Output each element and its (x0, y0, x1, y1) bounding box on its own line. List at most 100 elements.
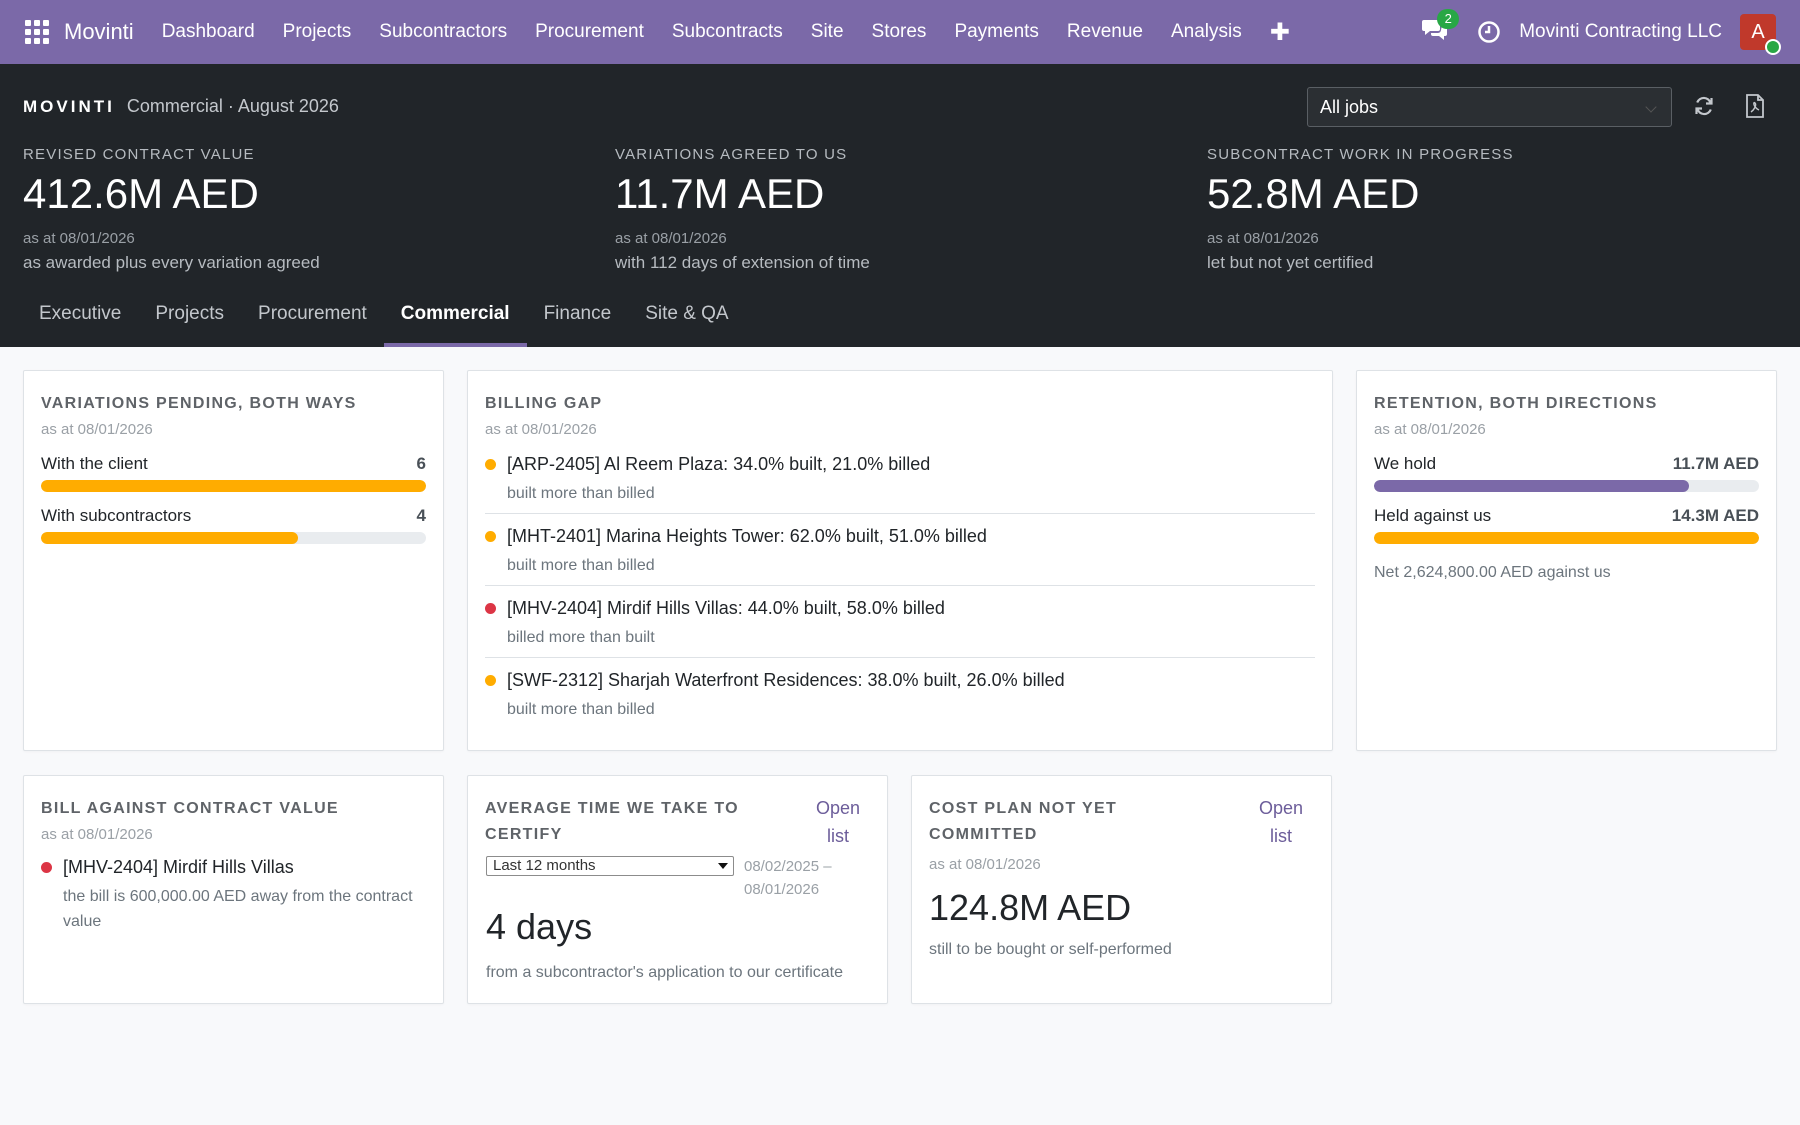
user-avatar[interactable]: A (1740, 14, 1781, 55)
status-dot (41, 862, 52, 873)
tab-projects[interactable]: Projects (138, 286, 241, 347)
bar-value: 11.7M AED (1672, 454, 1759, 473)
tab-executive[interactable]: Executive (22, 286, 138, 347)
pdf-export-icon[interactable] (1745, 94, 1767, 118)
status-dot (485, 459, 496, 470)
refresh-icon[interactable] (1693, 95, 1715, 117)
kpi-subcontract-wip: Subcontract work in progress 52.8M AED a… (1207, 146, 1514, 273)
progress-bar-track (1374, 480, 1759, 492)
tab-finance[interactable]: Finance (527, 286, 629, 347)
certify-time-card: Average time we take to certify Open lis… (467, 775, 888, 1004)
tab-commercial[interactable]: Commercial (383, 286, 527, 347)
card-as-at: as at 08/01/2026 (1374, 421, 1486, 438)
cost-plan-card: Cost plan not yet committed Open list as… (911, 775, 1332, 1004)
plus-icon[interactable]: ✚ (1256, 18, 1304, 47)
progress-bar-fill (1374, 480, 1689, 492)
progress-bar-track (41, 480, 426, 492)
card-title: Bill against contract value (41, 800, 339, 817)
avatar-initial: A (1751, 21, 1765, 43)
card-title: Cost plan not yet committed (929, 800, 1118, 843)
variation-row-subcontractors: With subcontractors 4 (41, 506, 426, 526)
kpi-note: with 112 days of extension of time (615, 253, 870, 273)
item-title: [ARP-2405] Al Reem Plaza: 34.0% built, 2… (507, 454, 931, 474)
kpi-as-at: as at 08/01/2026 (23, 230, 135, 248)
kpi-value: 11.7M AED (615, 170, 825, 217)
dashboard-tabs: Executive Projects Procurement Commercia… (22, 286, 746, 347)
progress-bar-track (41, 532, 426, 544)
menu-item-analysis[interactable]: Analysis (1157, 21, 1256, 43)
card-title: Billing gap (485, 395, 603, 412)
main-menu: Dashboard Projects Subcontractors Procur… (148, 18, 1304, 47)
list-item[interactable]: [MHV-2404] Mirdif Hills Villas the bill … (41, 857, 426, 934)
period-select[interactable]: Last 12 months (486, 856, 734, 876)
status-dot (485, 603, 496, 614)
item-note: built more than billed (507, 485, 655, 502)
navbar-systray: 2 Movinti Contracting LLC A (1421, 0, 1800, 64)
job-filter-value: All jobs (1320, 97, 1379, 117)
kpi-label: Subcontract work in progress (1207, 146, 1514, 163)
menu-item-revenue[interactable]: Revenue (1053, 21, 1157, 43)
card-as-at: as at 08/01/2026 (41, 826, 153, 843)
retention-card: Retention, both directions as at 08/01/2… (1356, 370, 1777, 751)
kpi-variations-agreed: Variations agreed to us 11.7M AED as at … (615, 146, 870, 273)
retention-net-note: Net 2,624,800.00 AED against us (1374, 564, 1611, 581)
menu-item-subcontractors[interactable]: Subcontractors (365, 21, 521, 43)
clock-icon[interactable] (1477, 20, 1501, 44)
app-brand[interactable]: Movinti (64, 19, 134, 45)
variation-row-client: With the client 6 (41, 454, 426, 474)
status-dot (485, 675, 496, 686)
menu-item-subcontracts[interactable]: Subcontracts (658, 21, 797, 43)
retention-row-we-hold: We hold 11.7M AED (1374, 454, 1759, 474)
job-filter-select[interactable]: All jobs (1307, 87, 1672, 127)
card-as-at: as at 08/01/2026 (929, 856, 1041, 873)
period-range: 08/02/2025 – 08/01/2026 (744, 858, 832, 898)
list-item[interactable]: [ARP-2405] Al Reem Plaza: 34.0% built, 2… (485, 442, 1315, 514)
menu-item-projects[interactable]: Projects (269, 21, 366, 43)
bar-label: With the client (41, 454, 148, 473)
billing-gap-list: [ARP-2405] Al Reem Plaza: 34.0% built, 2… (485, 442, 1315, 729)
open-list-link[interactable]: Open list (1251, 794, 1311, 850)
apps-grid-icon[interactable] (25, 20, 49, 44)
kpi-as-at: as at 08/01/2026 (615, 230, 727, 248)
kpi-value: 412.6M AED (23, 170, 259, 217)
item-title: [MHV-2404] Mirdif Hills Villas (63, 857, 294, 877)
open-list-link[interactable]: Open list (808, 794, 868, 850)
message-count-badge: 2 (1437, 9, 1460, 29)
bill-against-contract-card: Bill against contract value as at 08/01/… (23, 775, 444, 1004)
chevron-down-icon (1645, 101, 1657, 113)
list-item[interactable]: [MHT-2401] Marina Heights Tower: 62.0% b… (485, 514, 1315, 586)
item-note: the bill is 600,000.00 AED away from the… (63, 888, 413, 930)
variations-pending-card: Variations pending, both ways as at 08/0… (23, 370, 444, 751)
item-note: billed more than built (507, 629, 655, 646)
company-switcher[interactable]: Movinti Contracting LLC (1519, 21, 1722, 43)
kpi-label: Variations agreed to us (615, 146, 848, 163)
item-note: built more than billed (507, 701, 655, 718)
chat-icon[interactable]: 2 (1421, 9, 1460, 47)
retention-row-held-against-us: Held against us 14.3M AED (1374, 506, 1759, 526)
certify-time-value: 4 days (486, 906, 593, 947)
menu-item-procurement[interactable]: Procurement (521, 21, 658, 43)
kpi-value: 52.8M AED (1207, 170, 1420, 217)
menu-item-dashboard[interactable]: Dashboard (148, 21, 269, 43)
bar-value: 6 (416, 454, 426, 473)
menu-item-stores[interactable]: Stores (858, 21, 941, 43)
item-title: [MHV-2404] Mirdif Hills Villas: 44.0% bu… (507, 598, 945, 618)
top-navbar: Movinti Dashboard Projects Subcontractor… (0, 0, 1800, 64)
online-status-indicator (1765, 39, 1781, 55)
tab-procurement[interactable]: Procurement (241, 286, 384, 347)
dashboard-logo: MOVINTI (23, 97, 115, 116)
cost-plan-note: still to be bought or self-performed (929, 941, 1172, 958)
tab-site-qa[interactable]: Site & QA (628, 286, 745, 347)
kpi-as-at: as at 08/01/2026 (1207, 230, 1319, 248)
cost-plan-value: 124.8M AED (929, 887, 1132, 928)
kpi-label: Revised contract value (23, 146, 255, 163)
menu-item-payments[interactable]: Payments (940, 21, 1052, 43)
dashboard-subtitle: Commercial · August 2026 (126, 96, 339, 116)
list-item[interactable]: [SWF-2312] Sharjah Waterfront Residences… (485, 658, 1315, 729)
card-as-at: as at 08/01/2026 (41, 421, 153, 438)
menu-item-site[interactable]: Site (797, 21, 858, 43)
card-as-at: as at 08/01/2026 (485, 421, 597, 438)
dashboard-title: MOVINTI Commercial · August 2026 (23, 96, 339, 117)
list-item[interactable]: [MHV-2404] Mirdif Hills Villas: 44.0% bu… (485, 586, 1315, 658)
certify-time-note: from a subcontractor's application to ou… (486, 964, 843, 981)
